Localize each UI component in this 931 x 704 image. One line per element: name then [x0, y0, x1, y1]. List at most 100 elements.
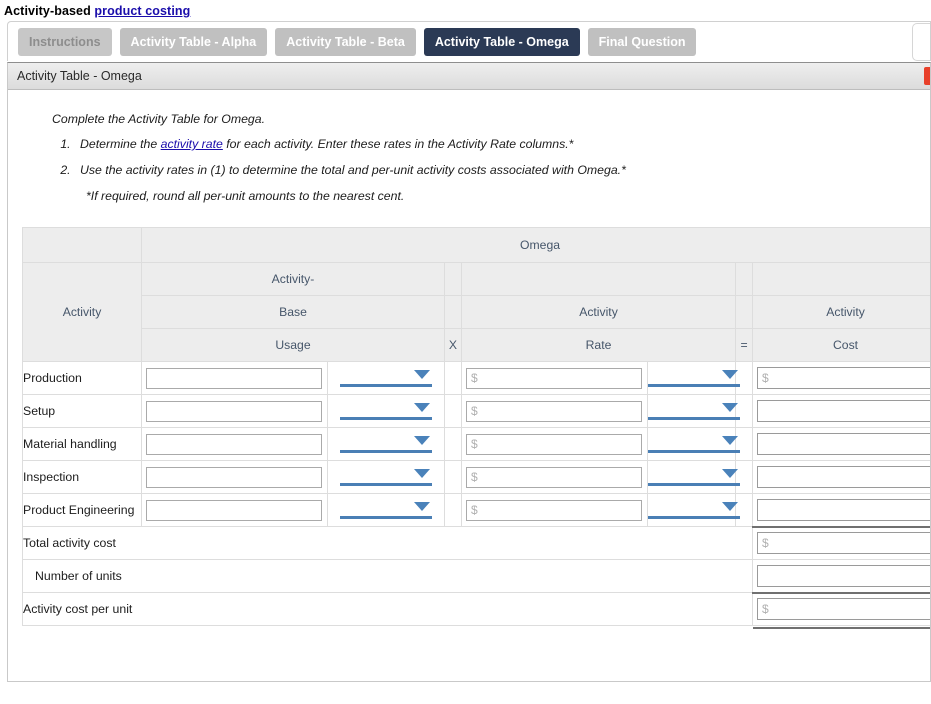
rate-input-production[interactable]	[466, 367, 642, 389]
table-row: Setup	[22, 394, 930, 428]
table-row: Material handling	[22, 427, 930, 461]
rate-unit-dropdown-material-handling[interactable]	[648, 433, 740, 455]
rate-input-material-handling[interactable]	[466, 433, 642, 455]
rate-input-setup[interactable]	[466, 400, 642, 422]
chevron-down-icon	[722, 502, 738, 511]
activity-cost-per-unit-input[interactable]	[757, 598, 930, 621]
rate-unit-dropdown-product-engineering[interactable]	[648, 499, 740, 521]
dropdown-underline	[648, 384, 740, 387]
row-label-product-engineering: Product Engineering	[22, 493, 142, 527]
rate-unit-dropdown-setup[interactable]	[648, 400, 740, 422]
cell-usage-unit-material-handling	[327, 427, 445, 461]
header-rate-line1	[461, 262, 736, 296]
total-activity-cost-input[interactable]	[757, 532, 930, 555]
usage-unit-dropdown-inspection[interactable]	[340, 466, 432, 488]
panel-header: Activity Table - Omega	[8, 63, 930, 90]
tab-activity-table-alpha[interactable]: Activity Table - Alpha	[119, 27, 268, 56]
cell-number-of-units	[751, 559, 930, 593]
cell-rate-inspection	[461, 460, 648, 494]
chevron-down-icon	[414, 436, 430, 445]
usage-input-production[interactable]	[146, 367, 322, 389]
step1-text-before: Determine the	[80, 137, 161, 151]
instruction-step-2: Use the activity rates in (1) to determi…	[74, 163, 930, 177]
row-label-activity-cost-per-unit: Activity cost per unit	[22, 592, 753, 626]
usage-input-product-engineering[interactable]	[146, 499, 322, 521]
usage-input-material-handling[interactable]	[146, 433, 322, 455]
number-of-units-input[interactable]	[757, 564, 930, 587]
instructions-lead: Complete the Activity Table for Omega.	[52, 112, 266, 126]
table-group-header-row: Omega	[22, 227, 930, 263]
header-base-line2: Base	[141, 295, 445, 329]
usage-input-inspection[interactable]	[146, 466, 322, 488]
chevron-down-icon	[414, 403, 430, 412]
chevron-down-icon	[414, 502, 430, 511]
panel-edge-marker	[924, 67, 930, 85]
chevron-down-icon	[414, 469, 430, 478]
cell-total-activity-cost	[751, 525, 930, 560]
cell-rate-unit-product-engineering	[647, 493, 740, 527]
usage-input-setup[interactable]	[146, 400, 322, 422]
usage-unit-dropdown-production[interactable]	[340, 367, 432, 389]
header-op-times: X	[444, 328, 462, 362]
dropdown-underline	[648, 483, 740, 486]
cell-activity-cost-per-unit	[751, 591, 930, 630]
cell-rate-material-handling	[461, 427, 648, 461]
table-row-activity-cost-per-unit: Activity cost per unit	[22, 591, 930, 630]
rate-unit-dropdown-inspection[interactable]	[648, 466, 740, 488]
cell-op-times-setup	[444, 394, 462, 428]
tabstrip: Instructions Activity Table - Alpha Acti…	[7, 21, 931, 61]
header-rate-line2: Activity	[461, 295, 736, 329]
chevron-down-icon	[722, 436, 738, 445]
rate-input-inspection[interactable]	[466, 466, 642, 488]
cell-usage-setup	[141, 394, 328, 428]
header-op-times-spacer-2	[444, 295, 462, 329]
table-row: Product Engineering	[22, 493, 930, 527]
header-base-line3: Usage	[141, 328, 445, 362]
activity-rate-link[interactable]: activity rate	[161, 137, 223, 151]
cell-op-times-inspection	[444, 460, 462, 494]
header-op-equals-spacer-2	[735, 295, 753, 329]
cell-op-times-product-engineering	[444, 493, 462, 527]
page-title-prefix: Activity-based	[4, 4, 91, 18]
row-label-total-activity-cost: Total activity cost	[22, 526, 753, 560]
panel-header-title: Activity Table - Omega	[17, 69, 142, 83]
cell-usage-unit-product-engineering	[327, 493, 445, 527]
tab-instructions[interactable]: Instructions	[18, 27, 112, 56]
tab-activity-table-omega[interactable]: Activity Table - Omega	[423, 27, 580, 56]
chevron-down-icon	[722, 469, 738, 478]
header-cost-line2: Activity	[751, 295, 930, 329]
product-costing-link[interactable]: product costing	[94, 4, 190, 18]
dropdown-underline	[340, 384, 432, 387]
dropdown-underline	[648, 417, 740, 420]
tab-overflow-button[interactable]	[912, 22, 930, 61]
usage-unit-dropdown-setup[interactable]	[340, 400, 432, 422]
cell-cost-product-engineering	[751, 493, 930, 527]
cost-input-inspection[interactable]	[757, 466, 930, 488]
cell-cost-production	[751, 361, 930, 395]
usage-unit-dropdown-material-handling[interactable]	[340, 433, 432, 455]
table-row: Production	[22, 361, 930, 395]
cell-op-times-production	[444, 361, 462, 395]
tab-final-question[interactable]: Final Question	[587, 27, 697, 56]
cost-input-production[interactable]	[757, 367, 930, 389]
cell-rate-unit-inspection	[647, 460, 740, 494]
cost-input-product-engineering[interactable]	[757, 498, 930, 521]
cell-rate-unit-material-handling	[647, 427, 740, 461]
cost-input-setup[interactable]	[757, 400, 930, 422]
instruction-step-1: Determine the activity rate for each act…	[74, 137, 930, 151]
chevron-down-icon	[414, 370, 430, 379]
rate-input-product-engineering[interactable]	[466, 499, 642, 521]
cell-rate-setup	[461, 394, 648, 428]
cell-usage-inspection	[141, 460, 328, 494]
step1-text-after: for each activity. Enter these rates in …	[222, 137, 574, 151]
tab-activity-table-beta[interactable]: Activity Table - Beta	[275, 27, 416, 56]
chevron-down-icon	[722, 403, 738, 412]
cost-input-material-handling[interactable]	[757, 433, 930, 455]
table-header-row-3: Usage X Rate = Cost	[23, 328, 930, 362]
usage-unit-dropdown-product-engineering[interactable]	[340, 499, 432, 521]
cell-rate-production	[461, 361, 648, 395]
cell-op-times-material-handling	[444, 427, 462, 461]
row-label-production: Production	[22, 361, 142, 395]
instructions-block: Complete the Activity Table for Omega. D…	[8, 90, 930, 203]
rate-unit-dropdown-production[interactable]	[648, 367, 740, 389]
